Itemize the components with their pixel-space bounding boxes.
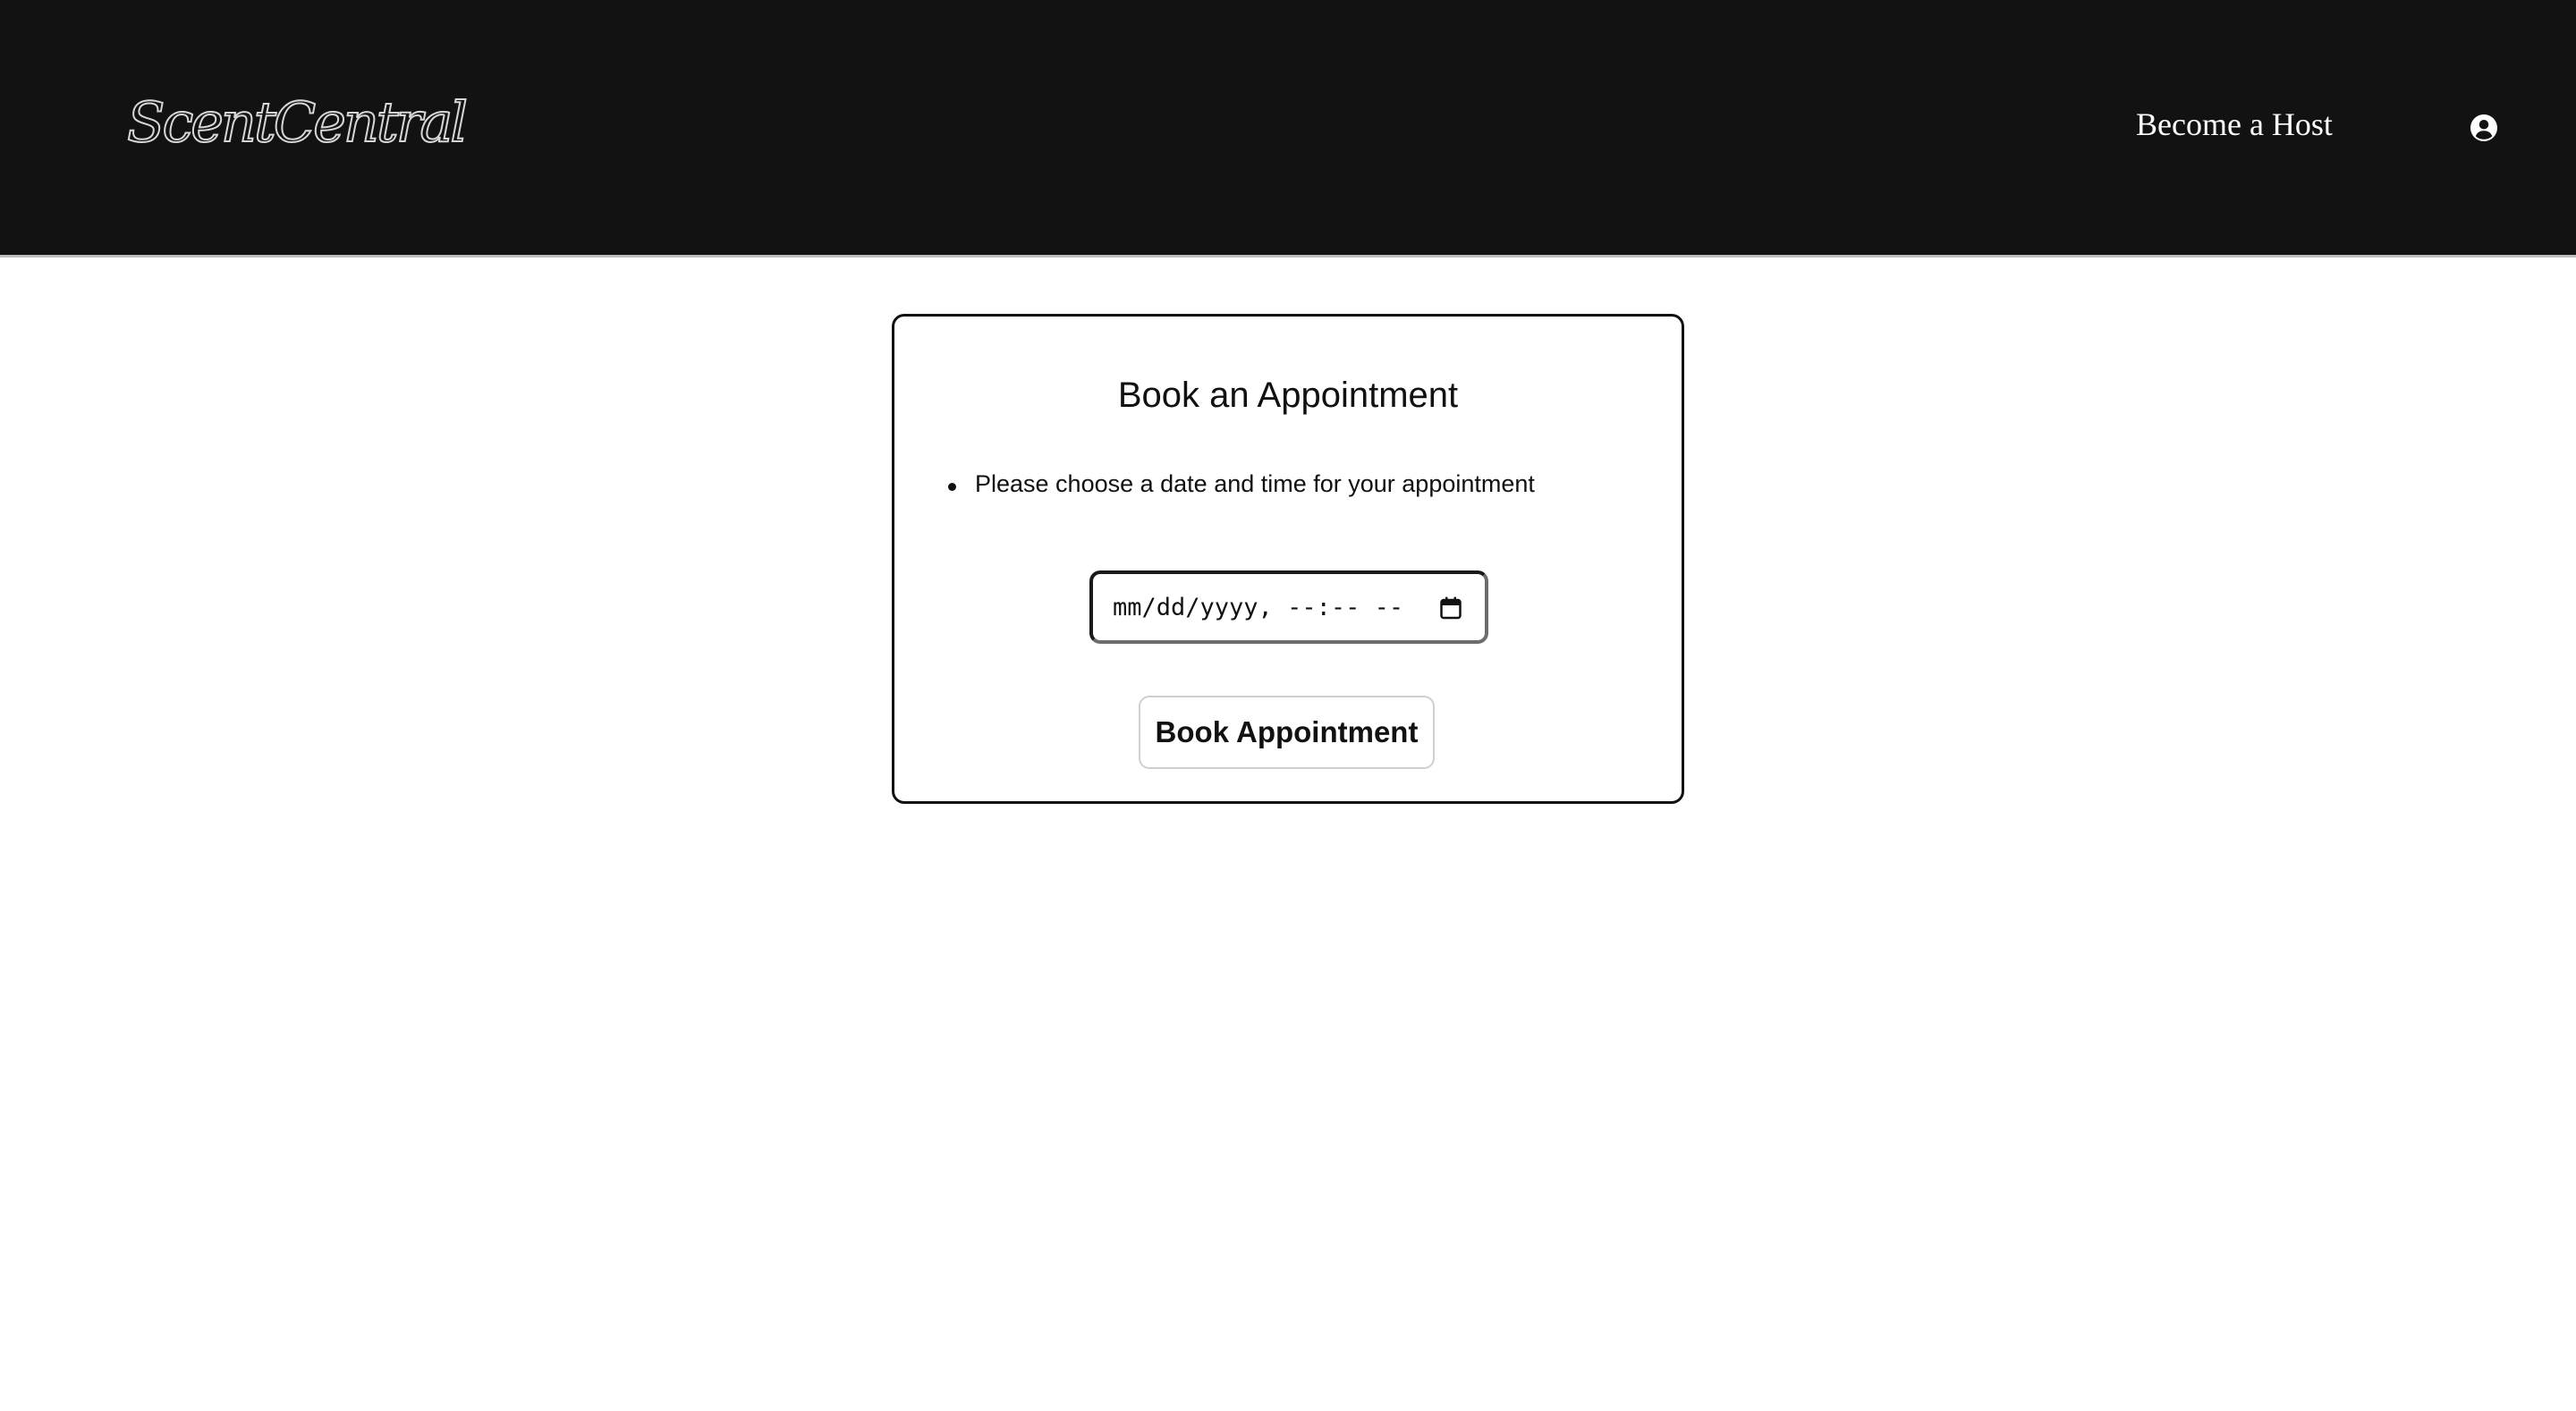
appointment-datetime-input[interactable]: mm/dd/yyyy, --:-- -- xyxy=(1089,570,1488,644)
become-host-link[interactable]: Become a Host xyxy=(2136,106,2333,143)
user-circle-icon[interactable] xyxy=(2470,114,2497,141)
booking-card: Book an Appointment Please choose a date… xyxy=(892,314,1684,804)
booking-title: Book an Appointment xyxy=(1117,376,1459,415)
calendar-icon[interactable] xyxy=(1440,596,1462,620)
datetime-placeholder: mm/dd/yyyy, --:-- -- xyxy=(1113,594,1404,621)
instruction-item: Please choose a date and time for your a… xyxy=(948,470,1535,498)
site-logo[interactable]: ScentCentral xyxy=(126,89,469,156)
instructions-list: Please choose a date and time for your a… xyxy=(948,470,1535,498)
site-header: ScentCentral Become a Host xyxy=(0,0,2576,258)
book-appointment-button[interactable]: Book Appointment xyxy=(1139,696,1435,769)
